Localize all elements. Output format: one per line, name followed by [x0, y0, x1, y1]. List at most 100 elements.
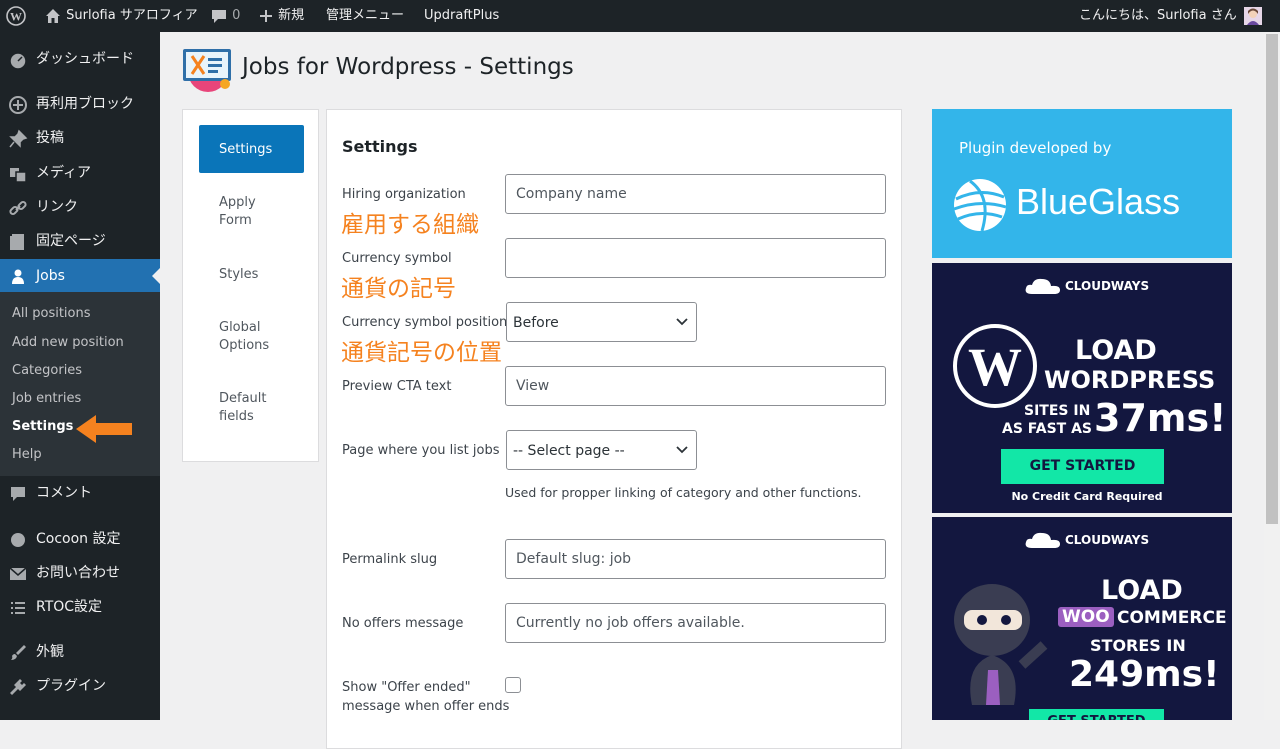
- page-title: Jobs for Wordpress - Settings: [242, 54, 574, 80]
- comment-icon: [212, 9, 226, 23]
- plus-icon: [260, 9, 272, 22]
- sidebar-item-contact[interactable]: お問い合わせ: [0, 556, 160, 590]
- greeting: こんにちは、Surlofia さん: [1079, 8, 1237, 23]
- permalink-label: Permalink slug: [342, 552, 438, 567]
- sidebar-item-links[interactable]: リンク: [0, 190, 160, 224]
- list-icon: [11, 602, 25, 614]
- media-icon: [10, 168, 27, 183]
- submenu-all-positions[interactable]: All positions: [12, 302, 91, 326]
- settings-heading: Settings: [342, 137, 418, 156]
- sidebar-item-pages[interactable]: 固定ページ: [0, 224, 160, 258]
- cloudways-ad-wordpress[interactable]: CLOUDWAYS W LOAD WORDPRESS SITES IN AS F…: [932, 263, 1232, 513]
- tab-settings[interactable]: Settings: [199, 125, 304, 173]
- tab-styles[interactable]: Styles: [219, 266, 309, 284]
- sidebar-item-posts[interactable]: 投稿: [0, 121, 160, 155]
- svg-text:W: W: [968, 337, 1022, 397]
- submenu-add-new-position[interactable]: Add new position: [12, 331, 124, 355]
- no-offers-input[interactable]: Currently no job offers available.: [505, 603, 886, 643]
- offer-ended-label: Show "Offer ended" message when offer en…: [342, 680, 510, 714]
- currency-position-label: Currency symbol position: [342, 315, 508, 330]
- circle-icon: [11, 533, 25, 547]
- blueglass-ad[interactable]: Plugin developed by BlueGlass: [932, 109, 1232, 258]
- hiring-org-input[interactable]: Company name: [505, 174, 886, 214]
- pin-icon: [9, 129, 28, 148]
- jobs-submenu: All positions Add new position Categorie…: [0, 292, 160, 476]
- wordpress-logo-icon[interactable]: W: [6, 0, 26, 32]
- sidebar-item-jobs[interactable]: Jobs: [0, 259, 160, 293]
- sidebar-item-comments[interactable]: コメント: [0, 476, 160, 510]
- admin-sidebar: ダッシュボード 再利用ブロック 投稿 メディア リンク 固定ページ Jobs コ…: [0, 32, 160, 720]
- page-icon: [10, 234, 24, 250]
- home-icon: [46, 8, 60, 23]
- chevron-down-icon: [676, 446, 688, 454]
- orange-arrow-icon: [76, 415, 132, 443]
- sidebar-item-reusable-blocks[interactable]: 再利用ブロック: [0, 87, 160, 121]
- current-arrow-icon: [152, 268, 160, 284]
- updraftplus-link[interactable]: UpdraftPlus: [424, 0, 499, 32]
- hiring-org-annotation: 雇用する組織: [341, 212, 479, 238]
- link-icon: [9, 200, 27, 216]
- currency-position-select[interactable]: Before: [506, 302, 697, 342]
- admin-bar: W Surlofia サアロフィア 0 新規 管理メニュー UpdraftPlu…: [0, 0, 1280, 32]
- sidebar-item-media[interactable]: メディア: [0, 156, 160, 190]
- ad1-get-started-button[interactable]: GET STARTED: [1001, 449, 1164, 484]
- wordpress-logo-icon: W: [953, 324, 1037, 408]
- page-list-select[interactable]: -- Select page --: [506, 430, 697, 470]
- account-link[interactable]: こんにちは、Surlofia さん: [1079, 0, 1262, 32]
- comments-link[interactable]: 0: [210, 0, 240, 32]
- sidebar-item-dashboard[interactable]: ダッシュボード: [0, 42, 160, 76]
- cloudways-brand: CLOUDWAYS: [1065, 533, 1150, 547]
- chevron-down-icon: [676, 318, 688, 326]
- comments-count: 0: [232, 8, 241, 23]
- admin-menu-link[interactable]: 管理メニュー: [326, 0, 404, 32]
- dashboard-icon: [9, 52, 27, 70]
- ad2-line3: STORES IN: [1090, 636, 1186, 655]
- ninja-mascot-icon: [954, 584, 1048, 705]
- ad1-line3: SITES IN: [1024, 403, 1091, 419]
- hiring-org-label: Hiring organization: [342, 187, 466, 202]
- submenu-categories[interactable]: Categories: [12, 359, 82, 383]
- avatar: [1243, 6, 1262, 25]
- submenu-help[interactable]: Help: [12, 443, 42, 467]
- tab-default-fields[interactable]: Default fields: [219, 390, 309, 426]
- sidebar-item-plugins[interactable]: プラグイン: [0, 669, 160, 703]
- ad2-commerce: COMMERCE: [1117, 608, 1227, 628]
- sidebar-item-cocoon[interactable]: Cocoon 設定: [0, 522, 160, 556]
- cloudways-ad-woocommerce[interactable]: CLOUDWAYS LOAD WOO COMMERCE STORES IN 24…: [932, 517, 1232, 720]
- cloud-icon: [1025, 532, 1060, 548]
- cloud-icon: [1025, 278, 1060, 294]
- tab-global-options[interactable]: Global Options: [219, 319, 309, 355]
- blueglass-globe-icon: [953, 179, 1007, 232]
- tab-apply-form[interactable]: Apply Form: [219, 194, 309, 230]
- scrollbar-thumb[interactable]: [1266, 34, 1278, 524]
- currency-input[interactable]: [505, 238, 886, 278]
- plugin-logo-icon: [183, 49, 231, 92]
- submenu-settings[interactable]: Settings: [12, 415, 73, 439]
- ad1-line4: AS FAST AS: [1002, 421, 1093, 437]
- new-label: 新規: [278, 8, 305, 23]
- ad1-big: 37ms!: [1094, 396, 1227, 440]
- ad2-get-started-button[interactable]: GET STARTED: [1029, 709, 1164, 720]
- ad1-line1: LOAD: [1075, 335, 1157, 366]
- offer-ended-checkbox[interactable]: [505, 677, 521, 693]
- brush-icon: [11, 645, 26, 660]
- site-link[interactable]: Surlofia サアロフィア: [44, 0, 198, 32]
- blueglass-tagline: Plugin developed by: [959, 139, 1112, 157]
- page-list-label: Page where you list jobs: [342, 443, 500, 458]
- ad2-big: 249ms!: [1069, 654, 1220, 695]
- svg-text:W: W: [10, 9, 22, 23]
- cloudways-brand: CLOUDWAYS: [1065, 279, 1150, 293]
- new-content-link[interactable]: 新規: [258, 0, 304, 32]
- settings-tabs: Settings Apply Form Styles Global Option…: [182, 109, 319, 462]
- sidebar-item-appearance[interactable]: 外観: [0, 635, 160, 669]
- sidebar-item-rtoc[interactable]: RTOC設定: [0, 590, 160, 624]
- submenu-job-entries[interactable]: Job entries: [12, 387, 81, 411]
- page-list-help: Used for propper linking of category and…: [505, 485, 862, 500]
- person-icon: [12, 269, 24, 284]
- no-offers-label: No offers message: [342, 616, 464, 631]
- blueglass-brand: BlueGlass: [1016, 181, 1181, 222]
- permalink-input[interactable]: Default slug: job: [505, 539, 886, 579]
- ad2-line1: LOAD: [1101, 575, 1183, 606]
- preview-cta-input[interactable]: View: [505, 366, 886, 406]
- currency-annotation: 通貨の記号: [341, 276, 456, 302]
